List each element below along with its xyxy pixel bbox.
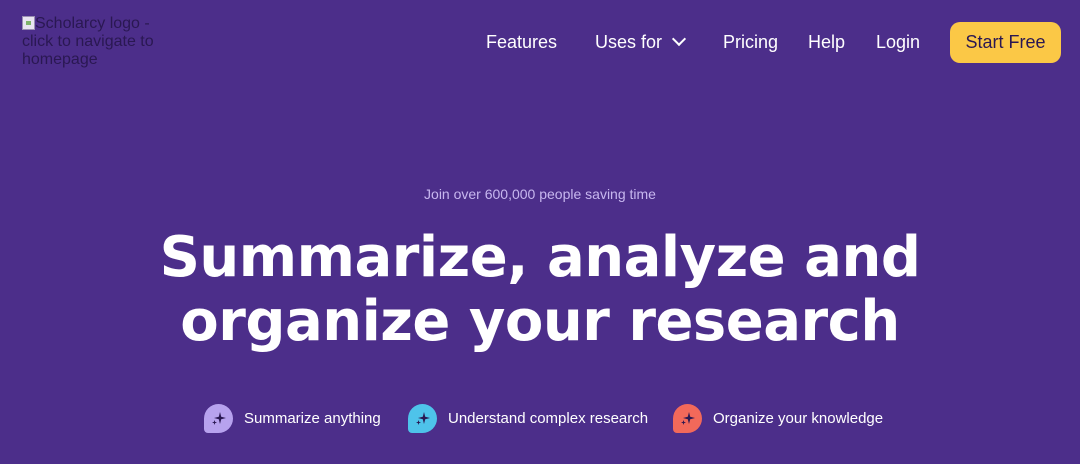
nav-features[interactable]: Features (486, 22, 557, 62)
site-header: Scholarcy logo - click to navigate to ho… (0, 0, 1080, 86)
broken-image-icon (22, 16, 35, 30)
headline-line-1: Summarize, analyze and (159, 225, 921, 290)
logo-alt-text: Scholarcy logo - click to navigate to ho… (22, 15, 154, 68)
feature-organize: Organize your knowledge (673, 402, 883, 434)
feature-summarize: Summarize anything (204, 402, 381, 434)
feature-understand: Understand complex research (408, 402, 648, 434)
sparkle-icon (673, 403, 702, 433)
chevron-down-icon (671, 31, 687, 47)
logo[interactable]: Scholarcy logo - click to navigate to ho… (22, 15, 182, 69)
feature-label: Organize your knowledge (713, 409, 884, 427)
nav-uses-for-label: Uses for (595, 32, 663, 52)
sparkle-icon (204, 403, 233, 433)
nav-help[interactable]: Help (808, 22, 845, 62)
feature-label: Summarize anything (244, 409, 381, 427)
feature-label: Understand complex research (448, 409, 649, 427)
hero-kicker: Join over 600,000 people saving time (424, 186, 656, 202)
nav-uses-for[interactable]: Uses for (595, 22, 687, 62)
hero-headline: Summarize, analyze and organize your res… (0, 226, 1080, 354)
nav-pricing[interactable]: Pricing (723, 22, 778, 62)
feature-list: Summarize anything Understand complex re… (0, 402, 1080, 434)
sparkle-icon (408, 403, 437, 433)
headline-line-2: organize your research (180, 289, 900, 354)
start-free-button[interactable]: Start Free (950, 22, 1061, 63)
nav-login[interactable]: Login (876, 22, 920, 62)
